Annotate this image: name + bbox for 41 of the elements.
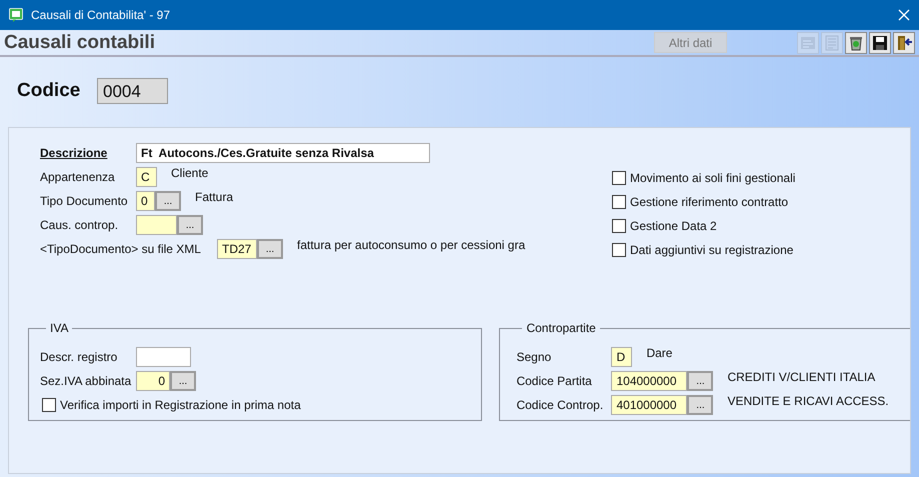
lookup-button[interactable]: ... xyxy=(155,191,181,211)
checkbox-label: Gestione Data 2 xyxy=(630,219,717,233)
lookup-button[interactable]: ... xyxy=(687,395,714,415)
input-field[interactable]: Ft Autocons./Ces.Gratuite senza Rivalsa xyxy=(136,143,430,163)
field-note: Cliente xyxy=(171,166,208,180)
group-title: Contropartite xyxy=(525,321,597,335)
field-note: Fattura xyxy=(195,190,234,204)
checkbox-label: Dati aggiuntivi su registrazione xyxy=(630,243,794,257)
field-label: Tipo Documento xyxy=(40,194,129,208)
field-label: Descr. registro xyxy=(40,350,118,364)
field-note: VENDITE E RICAVI ACCESS. xyxy=(727,394,889,408)
field-note: fattura per autoconsumo o per cessioni gra xyxy=(297,238,526,252)
input-field[interactable]: C xyxy=(136,167,157,187)
checkbox-label: Movimento ai soli fini gestionali xyxy=(630,171,796,185)
field-label: <TipoDocumento> su file XML xyxy=(40,242,202,256)
codice-label: Codice xyxy=(17,80,82,102)
field-label: Descrizione xyxy=(40,146,108,160)
lookup-button[interactable]: ... xyxy=(687,371,714,391)
window-title: Causali di Contabilita' - 97 xyxy=(31,8,170,22)
group-title: IVA xyxy=(49,321,70,335)
lookup-button[interactable]: ... xyxy=(177,215,203,235)
field-label: Codice Controp. xyxy=(516,398,604,412)
checkbox-label: Gestione riferimento contratto xyxy=(630,195,788,209)
input-field[interactable]: D xyxy=(611,347,632,367)
input-field[interactable]: 0 xyxy=(136,371,170,391)
input-field[interactable]: TD27 xyxy=(217,239,257,259)
lookup-button[interactable]: ... xyxy=(170,371,196,391)
field-label: Codice Partita xyxy=(516,374,593,388)
field-note: Dare xyxy=(646,346,672,360)
field-label: Segno xyxy=(516,350,552,364)
field-label: Appartenenza xyxy=(40,170,116,184)
field-label: Sez.IVA abbinata xyxy=(40,374,132,388)
input-field[interactable]: 401000000 xyxy=(611,395,688,415)
lookup-button[interactable]: ... xyxy=(257,239,283,259)
input-field[interactable]: 104000000 xyxy=(611,371,688,391)
field-note: CREDITI V/CLIENTI ITALIA xyxy=(727,370,876,384)
checkbox-label: Verifica importi in Registrazione in prima nota xyxy=(60,398,301,412)
codice-field[interactable]: 0004 xyxy=(97,78,168,104)
form-title: Causali contabili xyxy=(4,32,155,54)
input-field[interactable]: 0 xyxy=(136,191,155,211)
field-label: Caus. controp. xyxy=(40,218,120,232)
